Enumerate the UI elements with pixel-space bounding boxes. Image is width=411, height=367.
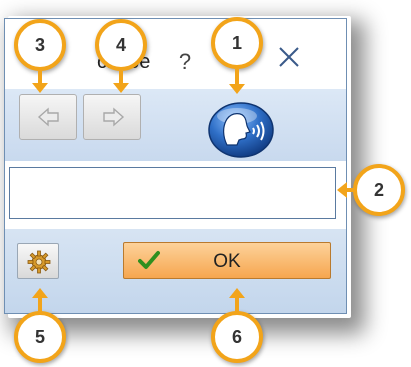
callout-4: 4 — [95, 19, 147, 71]
forward-button[interactable] — [83, 94, 141, 140]
callout-1: 1 — [211, 17, 263, 69]
callout-2-arrowhead — [337, 182, 347, 198]
gear-icon — [27, 250, 51, 274]
callout-5-pointer — [38, 297, 42, 313]
callout-1-arrowhead — [229, 84, 245, 94]
settings-button[interactable] — [17, 243, 59, 279]
help-button[interactable]: ? — [173, 47, 197, 77]
callout-1-pointer — [235, 69, 239, 85]
bottom-bar: OK — [5, 229, 346, 313]
speak-button[interactable] — [207, 101, 275, 159]
close-button[interactable] — [271, 45, 307, 79]
arrow-right-icon — [103, 107, 125, 127]
arrow-left-icon — [37, 107, 59, 127]
callout-2: 2 — [353, 164, 405, 216]
callout-5-arrowhead — [32, 288, 48, 298]
callout-4-arrowhead — [113, 83, 129, 93]
close-icon — [279, 47, 299, 67]
text-input[interactable] — [9, 167, 336, 219]
ok-button[interactable]: OK — [123, 242, 331, 279]
callout-3-arrowhead — [32, 83, 48, 93]
callout-6-arrowhead — [229, 288, 245, 298]
callout-6: 6 — [211, 311, 263, 363]
callout-6-pointer — [235, 297, 239, 313]
toolbar — [5, 89, 346, 161]
back-button[interactable] — [19, 94, 77, 140]
callout-5: 5 — [14, 311, 66, 363]
callout-3: 3 — [14, 19, 66, 71]
speaking-head-icon — [208, 102, 274, 158]
ok-button-label: OK — [213, 251, 241, 272]
